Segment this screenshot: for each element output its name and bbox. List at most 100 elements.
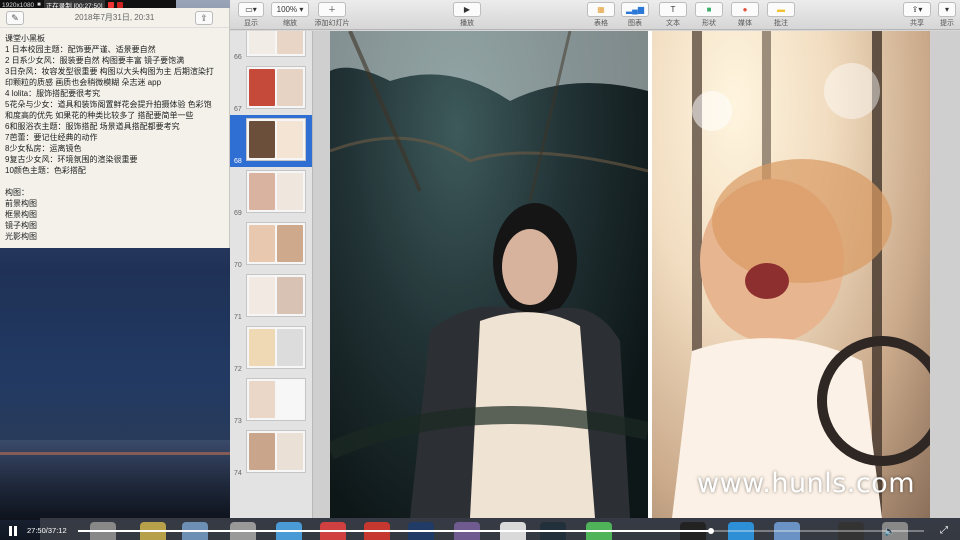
view-label: 显示 <box>244 20 258 27</box>
play-control[interactable]: ▶ 播放 <box>452 2 482 28</box>
progress-track[interactable] <box>78 528 924 534</box>
thumbnail-photo <box>249 277 275 314</box>
share-icon: ⇪▾ <box>911 5 923 14</box>
note-date: 2018年7月31日, 20:31 <box>74 13 155 22</box>
add-slide-button[interactable]: ＋ <box>318 2 346 17</box>
thumbnail-photo <box>249 329 275 366</box>
slide-preview <box>246 31 306 57</box>
slide-preview <box>246 378 306 421</box>
tips-icon: ▾ <box>944 5 949 14</box>
zoom-label: 缩放 <box>283 20 297 27</box>
note-line: 前景构图 <box>5 199 37 208</box>
slide-number: 68 <box>234 158 242 165</box>
note-line: 框景构图 <box>5 210 37 219</box>
notes-header: ✎ 2018年7月31日, 20:31 ⇪ <box>0 8 229 28</box>
slide-preview <box>246 326 306 369</box>
comment-button[interactable]: ▬ <box>767 2 795 17</box>
share-icon[interactable]: ⇪ <box>195 11 213 25</box>
slide-thumbnail[interactable]: 68 <box>230 115 312 167</box>
note-line: 光影构图 <box>5 232 37 241</box>
current-slide[interactable] <box>330 31 930 518</box>
table-control[interactable]: ▦ 表格 <box>586 2 616 28</box>
slide-navigator[interactable]: 66 67 68 69 70 71 72 73 74 <box>230 31 313 518</box>
thumbnail-photo <box>249 433 275 470</box>
note-line: 10颜色主题：色彩搭配 <box>5 166 86 175</box>
table-icon: ▦ <box>597 5 605 14</box>
slide-photo-left[interactable] <box>330 31 648 518</box>
slide-thumbnail[interactable]: 74 <box>230 427 312 479</box>
keynote-window: ▭▾ 显示 100% ▾ 缩放 ＋ 添加幻灯片 ▶ 播放 ▦ 表格 ▂▄▆ 图表 <box>230 0 960 518</box>
shape-button[interactable]: ■ <box>695 2 723 17</box>
site-watermark: www.hunls.com <box>697 468 916 499</box>
slide-preview <box>246 222 306 265</box>
progress-knob[interactable] <box>708 528 714 534</box>
slide-number: 74 <box>234 470 242 477</box>
photo-girl-in-garden <box>330 31 648 518</box>
note-line: 构图： <box>5 188 29 197</box>
view-button[interactable]: ▭▾ <box>238 2 264 17</box>
media-label: 媒体 <box>738 20 752 27</box>
share-control[interactable]: ⇪▾ 共享 <box>902 2 932 28</box>
tips-label: 提示 <box>940 20 954 27</box>
notes-window: ✎ 2018年7月31日, 20:31 ⇪ 课堂小黑板 1 日本校园主题：配饰要严… <box>0 8 230 248</box>
slide-preview <box>246 170 306 213</box>
note-line: 镜子构图 <box>5 221 37 230</box>
slide-thumbnail[interactable]: 73 <box>230 375 312 427</box>
note-line: 5花朵与少女：道具和装饰阁置鲜花会提升拍摄体验 色彩饱 <box>5 100 212 109</box>
chart-control[interactable]: ▂▄▆ 图表 <box>620 2 650 28</box>
media-control[interactable]: ● 媒体 <box>730 2 760 28</box>
slide-preview <box>246 430 306 473</box>
wallpaper-horizon <box>0 452 240 455</box>
view-control[interactable]: ▭▾ 显示 <box>236 2 266 28</box>
sidebar-icon: ▭▾ <box>245 5 257 14</box>
text-button[interactable]: T <box>659 2 687 17</box>
slide-preview <box>246 274 306 317</box>
keynote-toolbar: ▭▾ 显示 100% ▾ 缩放 ＋ 添加幻灯片 ▶ 播放 ▦ 表格 ▂▄▆ 图表 <box>230 0 960 30</box>
slide-thumbnail[interactable]: 70 <box>230 219 312 271</box>
thumbnail-photo <box>249 381 275 418</box>
play-button[interactable]: ▶ <box>453 2 481 17</box>
table-button[interactable]: ▦ <box>587 2 615 17</box>
fullscreen-icon[interactable]: ⤢ <box>940 525 948 536</box>
chart-button[interactable]: ▂▄▆ <box>621 2 649 17</box>
slide-thumbnail[interactable]: 67 <box>230 63 312 115</box>
note-line: 2 日系少女风：服装要自然 构图要丰富 镜子要饱满 <box>5 56 185 65</box>
thumbnail-photo <box>249 69 275 106</box>
media-button[interactable]: ● <box>731 2 759 17</box>
slide-thumbnail[interactable]: 69 <box>230 167 312 219</box>
pause-icon[interactable] <box>9 526 19 536</box>
slide-number: 70 <box>234 262 242 269</box>
note-line: 印颗粒的质感 画质也会稍微模糊 朵志迷 app <box>5 78 162 87</box>
slide-number: 66 <box>234 54 242 61</box>
slide-thumbnail[interactable]: 71 <box>230 271 312 323</box>
note-body[interactable]: 课堂小黑板 1 日本校园主题：配饰要严谨、适景要自然 2 日系少女风：服装要自然 构… <box>0 28 229 247</box>
zoom-control[interactable]: 100% ▾ 缩放 <box>270 2 310 28</box>
shape-control[interactable]: ■ 形状 <box>694 2 724 28</box>
share-button[interactable]: ⇪▾ <box>903 2 931 17</box>
slide-thumbnail[interactable]: 66 <box>230 31 312 63</box>
slide-number: 71 <box>234 314 242 321</box>
note-line: 课堂小黑板 <box>5 34 45 43</box>
zoom-select[interactable]: 100% ▾ <box>271 2 309 17</box>
thumbnail-photo <box>249 31 275 54</box>
chart-icon: ▂▄▆ <box>626 5 644 14</box>
chart-label: 图表 <box>628 20 642 27</box>
slide-photo-right[interactable] <box>652 31 930 518</box>
note-line: 6和服浴衣主题：服饰搭配 场景道具搭配都要考究 <box>5 122 180 131</box>
thumbnail-photo <box>277 31 303 54</box>
tips-button[interactable]: ▾ <box>938 2 956 17</box>
compose-icon[interactable]: ✎ <box>6 11 24 25</box>
table-label: 表格 <box>594 20 608 27</box>
add-slide-control[interactable]: ＋ 添加幻灯片 <box>314 2 350 28</box>
slide-thumbnail[interactable]: 72 <box>230 323 312 375</box>
thumbnail-photo <box>277 277 303 314</box>
text-control[interactable]: T 文本 <box>658 2 688 28</box>
thumbnail-photo <box>277 121 303 158</box>
comment-control[interactable]: ▬ 批注 <box>766 2 796 28</box>
volume-icon[interactable]: 🔈 <box>884 526 895 537</box>
slide-canvas[interactable] <box>313 31 960 518</box>
thumbnail-photo <box>249 225 275 262</box>
comment-icon: ▬ <box>777 5 785 14</box>
tips-control[interactable]: ▾ 提示 <box>936 2 958 28</box>
note-line: 1 日本校园主题：配饰要严谨、适景要自然 <box>5 45 156 54</box>
